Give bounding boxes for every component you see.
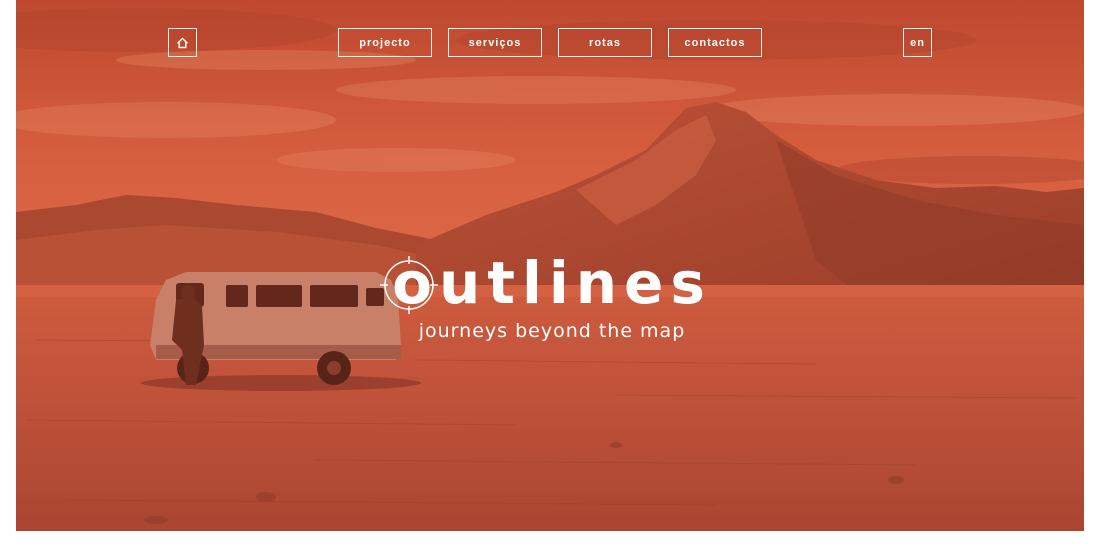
menu-item-label: rotas (589, 36, 621, 49)
language-label: en (910, 36, 925, 49)
menu-item-servicos[interactable]: serviços (448, 28, 542, 57)
site-logo: outlines (352, 248, 752, 318)
hero-section: projecto serviços rotas contactos en out… (16, 0, 1084, 531)
menu-item-rotas[interactable]: rotas (558, 28, 652, 57)
home-icon (177, 37, 188, 48)
home-button[interactable] (168, 28, 197, 57)
menu-item-label: serviços (468, 36, 522, 49)
language-switch-button[interactable]: en (903, 28, 932, 57)
menu-item-label: projecto (359, 36, 411, 49)
menu-item-contactos[interactable]: contactos (668, 28, 762, 57)
menu-item-label: contactos (684, 36, 746, 49)
logo-text: outlines (392, 249, 712, 317)
tagline: journeys beyond the map (418, 320, 686, 342)
menu-item-projecto[interactable]: projecto (338, 28, 432, 57)
